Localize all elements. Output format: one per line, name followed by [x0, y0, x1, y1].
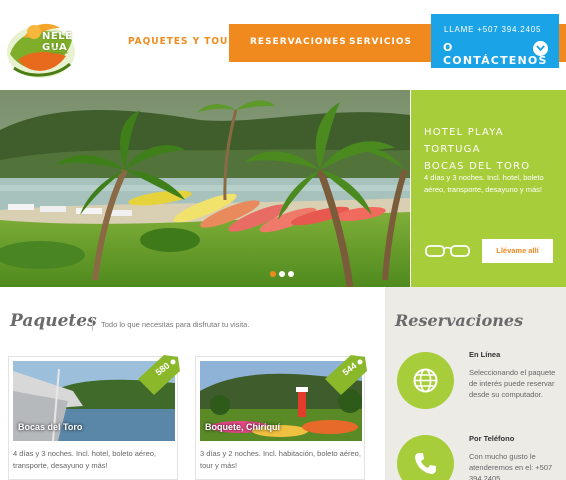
logo[interactable]: NELE GUA tours · adventure [4, 10, 78, 84]
slider-dot[interactable] [288, 271, 294, 277]
hero-title: HOTEL PLAYA TORTUGA BOCAS DEL TORO [424, 124, 559, 175]
reservaciones-sidebar: Reservaciones En Línea Seleccionando el … [385, 287, 566, 480]
paquetes-section: Paquetes Todo lo que necesitas para disf… [0, 287, 385, 480]
contact-phone: LLAME +507 394.2405 [444, 25, 542, 34]
slider-dot[interactable] [279, 271, 285, 277]
reservaciones-heading: Reservaciones [395, 311, 524, 330]
package-card[interactable]: Boquete, Chiriquí 544 3 días y 2 noches.… [195, 355, 367, 480]
nav-bar: RESERVACIONES SERVICIOS [229, 24, 431, 62]
package-caption: Boquete, Chiriquí [205, 422, 280, 432]
nav-servicios-link[interactable]: SERVICIOS [349, 37, 412, 47]
hero-slider-image [0, 90, 410, 287]
contact-button[interactable]: LLAME +507 394.2405 O CONTÁCTENOS [431, 14, 559, 68]
hero-info-panel: HOTEL PLAYA TORTUGA BOCAS DEL TORO 4 día… [411, 90, 566, 287]
package-card[interactable]: Bocas del Toro 580 4 días y 3 noches. In… [8, 355, 180, 480]
globe-icon [397, 352, 454, 409]
hero-description: 4 días y 3 noches. Incl. hotel, boleto a… [424, 173, 544, 194]
nav-paquetes-link[interactable]: PAQUETES Y TOURS [128, 36, 244, 47]
price-tag: 544 [321, 351, 371, 400]
llevame-alli-button[interactable]: Llévame allí [482, 239, 553, 263]
paquetes-heading: Paquetes [10, 311, 97, 331]
heading-divider [92, 317, 93, 331]
page: NELE GUA tours · adventure PAQUETES Y TO… [0, 0, 566, 480]
brand-tagline: tours · adventure [50, 45, 68, 55]
reservation-method-heading: En Línea [469, 350, 501, 359]
package-description: 3 días y 2 noches. Incl. habitación, bol… [200, 449, 361, 470]
package-caption: Bocas del Toro [18, 422, 83, 432]
nav-reservaciones-link[interactable]: RESERVACIONES [250, 37, 347, 47]
package-description: 4 días y 3 noches. Incl. hotel, boleto a… [13, 449, 157, 470]
paquetes-subtitle: Todo lo que necesitas para disfrutar tu … [101, 320, 250, 329]
reservation-method-text: Seleccionando el paquete de interés pued… [469, 368, 556, 399]
hero-title-line1: HOTEL PLAYA TORTUGA [424, 127, 504, 155]
price-tag: 580 [134, 351, 184, 400]
reservation-method-heading: Por Teléfono [469, 434, 515, 443]
chevron-down-icon [533, 41, 548, 56]
slider-dot[interactable] [270, 271, 276, 277]
phone-icon [397, 435, 454, 480]
glasses-icon [425, 245, 470, 257]
reservation-method-text: Con mucho gusto le atenderemos en el: +5… [469, 452, 553, 480]
header: NELE GUA tours · adventure PAQUETES Y TO… [0, 0, 566, 90]
